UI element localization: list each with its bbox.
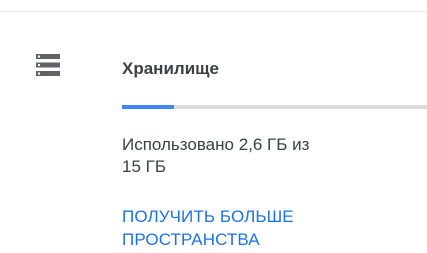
storage-progress-bar bbox=[122, 105, 427, 109]
divider bbox=[0, 11, 427, 12]
storage-panel: Хранилище Использовано 2,6 ГБ из 15 ГБ П… bbox=[0, 0, 427, 253]
storage-progress-fill bbox=[122, 105, 174, 109]
get-more-storage-link[interactable]: ПОЛУЧИТЬ БОЛЬШЕ ПРОСТРАНСТВА bbox=[122, 205, 412, 251]
usage-line-2: 15 ГБ bbox=[122, 157, 166, 176]
link-line-1: ПОЛУЧИТЬ БОЛЬШЕ bbox=[122, 207, 294, 226]
storage-usage-text: Использовано 2,6 ГБ из 15 ГБ bbox=[122, 134, 412, 178]
usage-line-1: Использовано 2,6 ГБ из bbox=[122, 135, 310, 154]
link-line-2: ПРОСТРАНСТВА bbox=[122, 230, 260, 249]
storage-icon bbox=[36, 54, 60, 76]
storage-title: Хранилище bbox=[122, 59, 219, 78]
